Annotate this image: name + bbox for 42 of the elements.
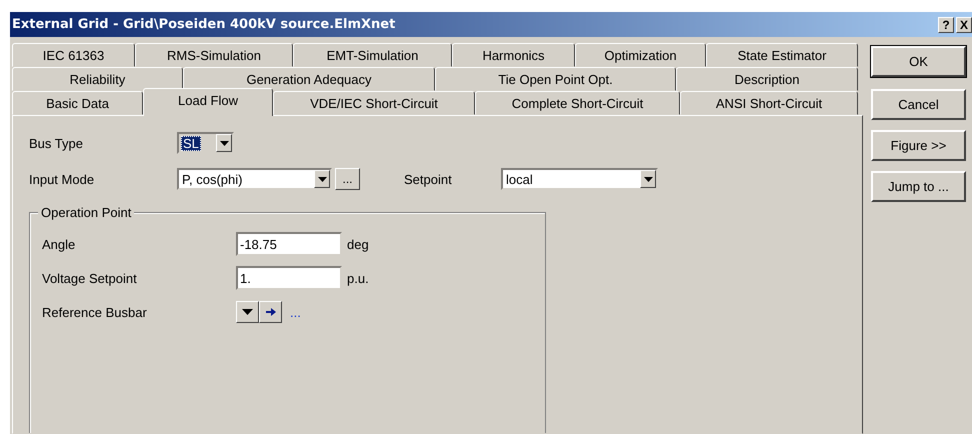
unit-label: deg — [347, 236, 369, 252]
input-field[interactable]: -18.75 — [236, 232, 342, 256]
tab[interactable]: Reliability — [12, 67, 183, 91]
field-label: Angle — [42, 236, 76, 252]
dropdown-arrow-icon — [242, 309, 253, 315]
input-field[interactable]: 1. — [236, 266, 342, 290]
tab[interactable]: Tie Open Point Opt. — [435, 67, 676, 91]
window-title: External Grid - Grid\Poseiden 400kV source.ElmXnet — [12, 17, 396, 32]
field-label: Reference Busbar — [42, 304, 148, 320]
tab[interactable]: Description — [676, 67, 858, 91]
select-link[interactable]: ... — [290, 304, 301, 320]
dialog-button[interactable]: Jump to ... — [871, 171, 966, 202]
dialog-button[interactable]: Figure >> — [871, 130, 966, 161]
dialog-button[interactable]: Cancel — [871, 89, 966, 120]
tab[interactable]: Harmonics — [452, 43, 575, 67]
more-button[interactable]: ... — [335, 168, 360, 190]
dialog-button[interactable]: OK — [871, 46, 966, 77]
bus-type-dropdown[interactable]: SL — [177, 132, 234, 154]
arrow-button[interactable] — [259, 301, 282, 323]
field-label: Voltage Setpoint — [42, 270, 138, 286]
right-arrow-icon — [266, 308, 276, 316]
help-button[interactable]: ? — [938, 16, 954, 32]
tab[interactable]: Load Flow — [143, 88, 273, 116]
bus-type-label: Bus Type — [29, 136, 84, 150]
input-mode-dropdown[interactable]: P, cos(phi) — [177, 168, 332, 190]
tab[interactable]: ANSI Short-Circuit — [680, 91, 858, 115]
tab[interactable]: EMT-Simulation — [293, 43, 452, 67]
close-button[interactable]: X — [956, 16, 972, 32]
input-mode-label: Input Mode — [29, 172, 96, 186]
tab[interactable]: Generation Adequacy — [183, 67, 435, 91]
setpoint-dropdown[interactable]: local — [501, 168, 658, 190]
tab[interactable]: RMS-Simulation — [135, 43, 293, 67]
tab[interactable]: Optimization — [575, 43, 706, 67]
dropdown-button[interactable] — [236, 301, 259, 323]
group-title: Operation Point — [38, 205, 134, 220]
tab[interactable]: VDE/IEC Short-Circuit — [273, 91, 475, 115]
tab[interactable]: Basic Data — [12, 91, 143, 115]
tab[interactable]: State Estimator — [706, 43, 858, 67]
tab[interactable]: Complete Short-Circuit — [475, 91, 680, 115]
unit-label: p.u. — [347, 270, 369, 286]
setpoint-label: Setpoint — [404, 172, 453, 186]
tab[interactable]: IEC 61363 — [12, 43, 135, 67]
